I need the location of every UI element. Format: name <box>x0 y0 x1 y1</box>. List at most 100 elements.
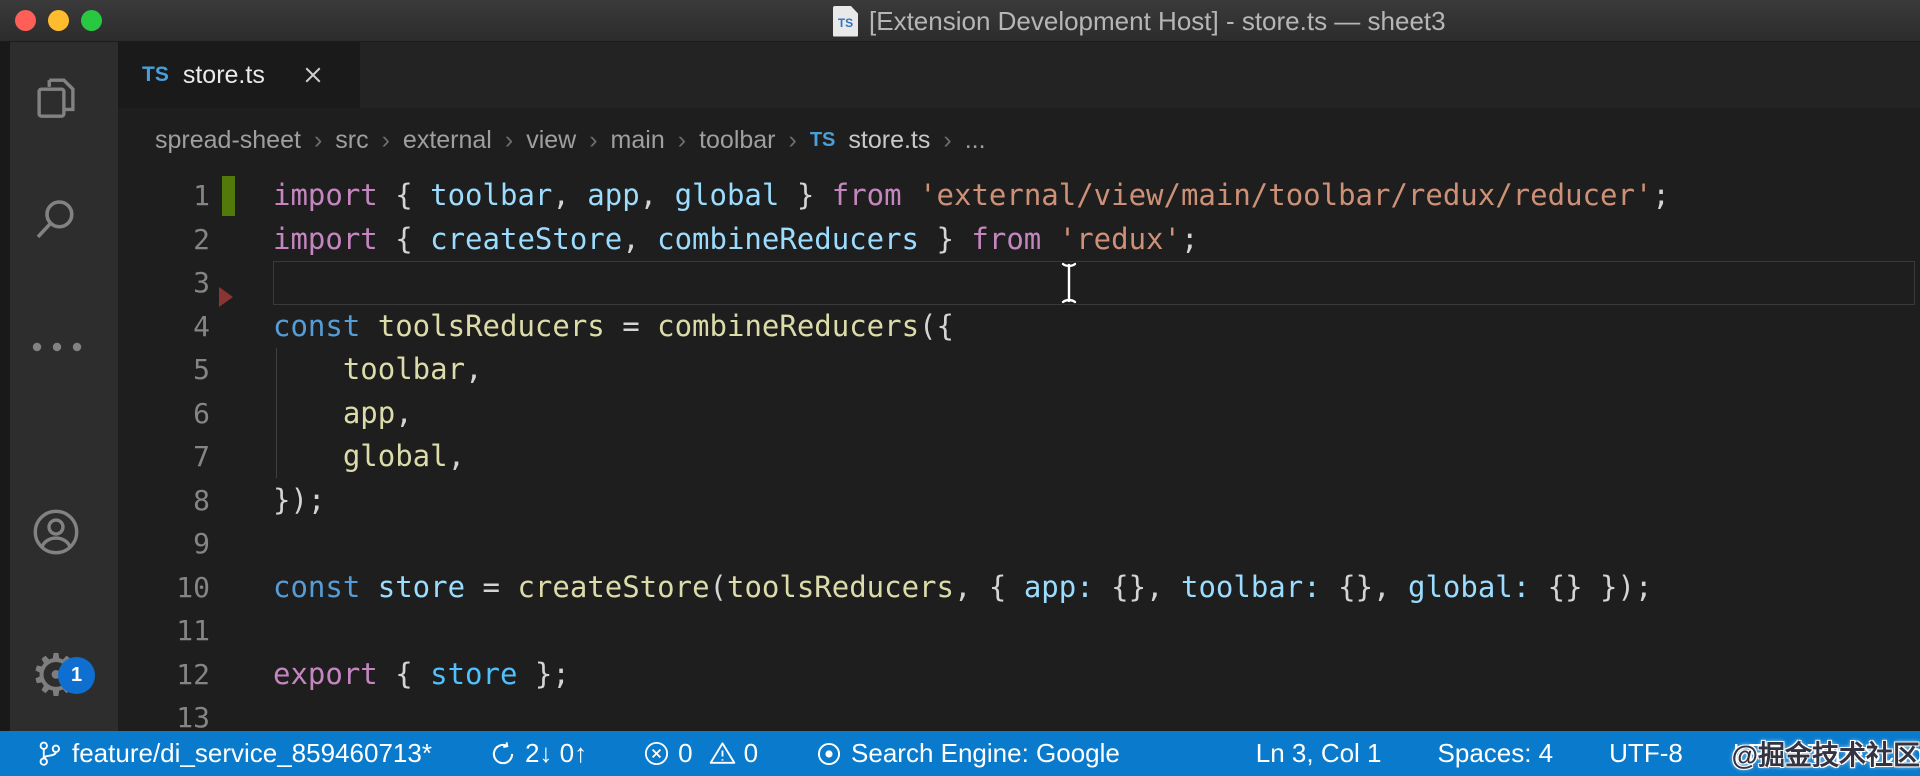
code-token: combineReducers <box>657 309 919 343</box>
typescript-file-icon: TS <box>833 6 858 37</box>
code-line[interactable] <box>273 261 1670 305</box>
code-token: app <box>587 178 639 212</box>
line-number[interactable]: 3 <box>118 261 210 305</box>
tab-store-ts[interactable]: TS store.ts <box>118 42 360 108</box>
code-line[interactable]: app, <box>273 392 1670 436</box>
breadcrumb-overflow[interactable]: ... <box>965 126 986 155</box>
line-number[interactable]: 6 <box>118 392 210 436</box>
breadcrumb-item-external[interactable]: external <box>403 126 492 155</box>
code-token: toolbar: <box>1181 570 1321 604</box>
window-minimize-button[interactable] <box>48 10 69 31</box>
line-number[interactable]: 9 <box>118 522 210 566</box>
search-engine-status[interactable]: Search Engine: Google <box>816 738 1120 769</box>
breadcrumb-item-toolbar[interactable]: toolbar <box>699 126 775 155</box>
language-mode-status[interactable]: TypeScript @掘金技术社区 <box>1807 738 1920 769</box>
line-number[interactable]: 7 <box>118 435 210 479</box>
breadcrumb-item-spread-sheet[interactable]: spread-sheet <box>155 126 301 155</box>
error-circle-icon <box>643 740 670 767</box>
line-number[interactable]: 4 <box>118 305 210 349</box>
code-line[interactable] <box>273 609 1670 653</box>
search-engine-label: Search Engine: Google <box>851 738 1120 769</box>
code-line[interactable]: import { toolbar, app, global } from 'ex… <box>273 174 1670 218</box>
code-token: , <box>640 178 675 212</box>
tab-bar: TS store.ts <box>118 42 1920 108</box>
line-number[interactable]: 8 <box>118 479 210 523</box>
breadcrumb-item-src[interactable]: src <box>335 126 368 155</box>
line-number[interactable]: 2 <box>118 218 210 262</box>
code-token: 'external/view/main/toolbar/redux/reduce… <box>919 178 1652 212</box>
breadcrumb-file[interactable]: store.ts <box>848 126 930 155</box>
code-token: from <box>832 178 919 212</box>
code-token: , <box>448 439 465 473</box>
code-token: }; <box>517 657 569 691</box>
code-token: createStore <box>517 570 709 604</box>
window-title-group: TS [Extension Development Host] - store.… <box>833 0 1446 42</box>
breadcrumb-item-main[interactable]: main <box>611 126 665 155</box>
target-icon <box>816 741 842 767</box>
line-number[interactable]: 11 <box>118 609 210 653</box>
tab-title: store.ts <box>183 61 265 90</box>
git-deleted-indicator[interactable] <box>219 287 233 307</box>
cursor-position-status[interactable]: Ln 3, Col 1 <box>1256 738 1382 769</box>
code-token: , <box>552 178 587 212</box>
problems-status[interactable]: 0 0 <box>643 738 758 769</box>
sync-icon <box>490 741 516 767</box>
close-tab-icon[interactable] <box>301 63 325 87</box>
vscode-window: TS [Extension Development Host] - store.… <box>0 0 1920 776</box>
code-token: createStore <box>430 222 622 256</box>
code-token: { <box>395 657 430 691</box>
search-icon[interactable] <box>29 193 83 247</box>
code-line[interactable]: toolbar, <box>273 348 1670 392</box>
breadcrumb-item-view[interactable]: view <box>526 126 576 155</box>
code-line[interactable] <box>273 522 1670 566</box>
code-token <box>273 396 343 430</box>
account-icon[interactable] <box>29 505 83 559</box>
encoding-status[interactable]: UTF-8 <box>1609 738 1683 769</box>
watermark: @掘金技术社区 <box>1732 733 1920 772</box>
sync-status[interactable]: 2↓ 0↑ <box>490 738 587 769</box>
code-token: } <box>919 222 971 256</box>
code-token: toolsReducers <box>727 570 954 604</box>
line-number[interactable]: 1 <box>118 174 210 218</box>
line-number[interactable]: 10 <box>118 566 210 610</box>
line-number-gutter: 12345678910111213 <box>118 174 210 740</box>
code-token: { <box>395 222 430 256</box>
code-token: import <box>273 222 395 256</box>
window-close-button[interactable] <box>15 10 36 31</box>
code-token: ; <box>1652 178 1669 212</box>
code-content[interactable]: import { toolbar, app, global } from 'ex… <box>273 174 1670 740</box>
code-line[interactable]: import { createStore, combineReducers } … <box>273 218 1670 262</box>
warning-count: 0 <box>744 738 758 769</box>
code-line[interactable]: }); <box>273 479 1670 523</box>
code-line[interactable]: const store = createStore(toolsReducers,… <box>273 566 1670 610</box>
code-editor[interactable]: 12345678910111213 import { toolbar, app,… <box>118 172 1920 731</box>
code-token: {}, <box>1094 570 1181 604</box>
code-token: }); <box>273 483 325 517</box>
more-actions-ellipsis-icon[interactable] <box>29 339 85 355</box>
window-zoom-button[interactable] <box>81 10 102 31</box>
code-token: const <box>273 570 378 604</box>
git-added-indicator <box>222 176 235 216</box>
code-line[interactable]: const toolsReducers = combineReducers({ <box>273 305 1670 349</box>
line-number[interactable]: 5 <box>118 348 210 392</box>
explorer-files-icon[interactable] <box>29 70 83 124</box>
code-token <box>273 352 343 386</box>
code-token <box>273 439 343 473</box>
code-token: toolsReducers <box>378 309 605 343</box>
git-branch-label: feature/di_service_859460713* <box>72 738 432 769</box>
indentation-status[interactable]: Spaces: 4 <box>1438 738 1554 769</box>
chevron-right-icon: › <box>678 126 686 155</box>
mouse-ibeam-cursor <box>1056 260 1082 306</box>
code-token: store <box>378 570 465 604</box>
code-token: const <box>273 309 378 343</box>
code-line[interactable]: export { store }; <box>273 653 1670 697</box>
activity-bar: ⚙ 1 <box>10 42 118 731</box>
line-number[interactable]: 12 <box>118 653 210 697</box>
code-token: , { <box>954 570 1024 604</box>
git-branch-status[interactable]: feature/di_service_859460713* <box>36 738 432 769</box>
code-token: toolbar <box>430 178 552 212</box>
code-line[interactable]: global, <box>273 435 1670 479</box>
sync-counts: 2↓ 0↑ <box>525 738 587 769</box>
code-token: store <box>430 657 517 691</box>
code-token: global <box>343 439 448 473</box>
